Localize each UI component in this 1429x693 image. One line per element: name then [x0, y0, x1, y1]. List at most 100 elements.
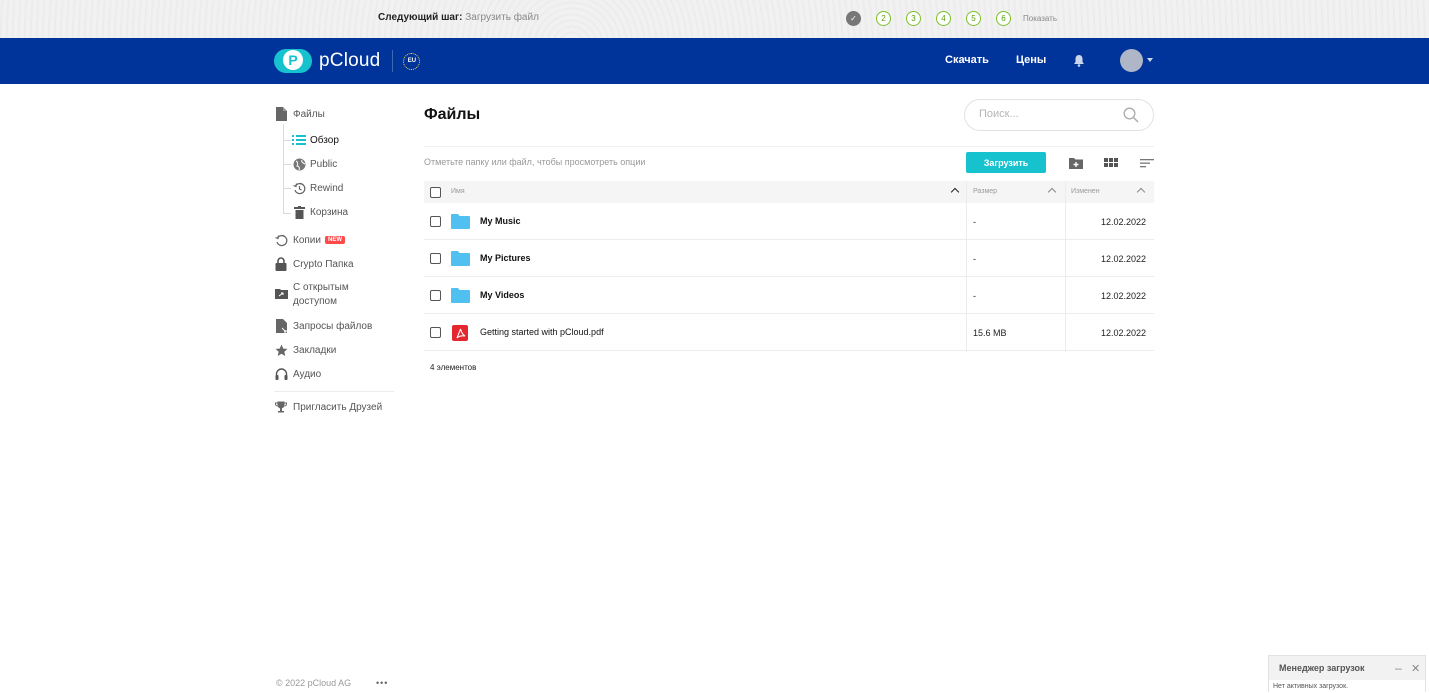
sidebar-item-invite[interactable]: Пригласить Друзей — [274, 400, 382, 414]
sidebar-item-files[interactable]: Файлы — [274, 107, 325, 121]
show-steps-link[interactable]: Показать — [1023, 14, 1057, 23]
file-date: 12.02.2022 — [1101, 217, 1147, 227]
sidebar-divider — [274, 391, 394, 392]
file-date: 12.02.2022 — [1101, 291, 1147, 301]
upload-manager-body: Нет активных загрузок. — [1269, 680, 1425, 693]
upload-manager-title[interactable]: Менеджер загрузок — [1279, 663, 1365, 673]
row-checkbox[interactable] — [430, 253, 441, 264]
table-header: Имя Размер Изменен — [424, 181, 1154, 203]
sort-up-icon[interactable] — [950, 187, 960, 197]
sidebar-item-audio[interactable]: Аудио — [274, 367, 321, 381]
grid-view-icon[interactable] — [1104, 156, 1118, 170]
table-row[interactable]: My Pictures - 12.02.2022 — [424, 240, 1154, 277]
sidebar-item-label: Запросы файлов — [293, 320, 373, 332]
tree-branch — [283, 213, 291, 214]
step-3[interactable]: 3 — [906, 10, 921, 26]
search-input[interactable] — [979, 108, 1119, 120]
search-icon[interactable] — [1123, 107, 1139, 123]
shared-label-line1: С открытым — [293, 282, 349, 293]
row-checkbox[interactable] — [430, 327, 441, 338]
sidebar-item-rewind[interactable]: Rewind — [292, 181, 343, 195]
tree-line — [283, 124, 284, 214]
sidebar-item-file-requests[interactable]: Запросы файлов — [274, 319, 372, 333]
logo-text: pCloud — [319, 50, 381, 71]
upload-status: Нет активных загрузок. — [1273, 683, 1349, 690]
sidebar-item-label: Копии — [293, 234, 321, 246]
pcloud-logo[interactable]: P pCloud EU — [274, 49, 421, 73]
table-row[interactable]: Getting started with pCloud.pdf 15.6 MB … — [424, 314, 1154, 351]
step-2[interactable]: 2 — [876, 10, 891, 26]
search-box — [964, 99, 1154, 131]
file-date: 12.02.2022 — [1101, 328, 1147, 338]
sidebar-item-label: Пригласить Друзей — [293, 401, 383, 413]
close-icon[interactable]: ✕ — [1411, 662, 1420, 675]
column-name[interactable]: Имя — [451, 188, 465, 195]
prices-link[interactable]: Цены — [1016, 54, 1046, 66]
top-header: P pCloud EU Скачать Цены — [0, 38, 1429, 84]
file-name[interactable]: My Videos — [480, 290, 524, 300]
sidebar-item-label: Public — [310, 158, 338, 170]
sort-up-icon[interactable] — [1047, 187, 1057, 197]
shared-label-line2: доступом — [293, 296, 337, 307]
star-icon — [274, 343, 288, 357]
trash-icon — [292, 205, 306, 219]
onboarding-bar: Следующий шаг: Загрузить файл ✓ 2 3 4 5 … — [0, 0, 1429, 38]
file-size: - — [973, 217, 976, 227]
step-4[interactable]: 4 — [936, 10, 951, 26]
file-icon — [274, 107, 288, 121]
sidebar-item-crypto[interactable]: Crypto Папка — [274, 257, 354, 271]
step-6[interactable]: 6 — [996, 10, 1011, 26]
logo-divider — [392, 50, 394, 72]
sort-up-icon[interactable] — [1136, 187, 1146, 197]
download-link[interactable]: Скачать — [945, 54, 989, 66]
file-name[interactable]: Getting started with pCloud.pdf — [480, 327, 604, 337]
shared-folder-icon — [274, 286, 288, 300]
sort-icon[interactable] — [1140, 156, 1154, 170]
sidebar-item-label: Rewind — [310, 182, 344, 194]
upload-button[interactable]: Загрузить — [966, 152, 1046, 173]
file-name[interactable]: My Music — [480, 216, 521, 226]
new-folder-icon[interactable] — [1069, 156, 1083, 170]
sidebar-item-label: Аудио — [293, 368, 322, 380]
toolbar-divider — [424, 146, 1154, 147]
sidebar-item-public[interactable]: Public — [292, 157, 337, 171]
sidebar-item-trash[interactable]: Корзина — [292, 205, 348, 219]
file-size: - — [973, 254, 976, 264]
sidebar-item-overview[interactable]: Обзор — [292, 133, 339, 147]
sidebar-item-shared[interactable]: С открытым доступом — [274, 281, 349, 309]
sidebar-item-label: Файлы — [293, 108, 325, 120]
table-row[interactable]: My Music - 12.02.2022 — [424, 203, 1154, 240]
folder-icon — [451, 288, 470, 303]
sidebar-item-label: С открытым доступом — [293, 281, 349, 309]
item-count: 4 элементов — [430, 363, 477, 372]
file-size: 15.6 MB — [973, 328, 1007, 338]
upload-manager: Менеджер загрузок – ✕ Нет активных загру… — [1268, 655, 1426, 693]
row-checkbox[interactable] — [430, 216, 441, 227]
pdf-icon — [452, 325, 468, 341]
file-name[interactable]: My Pictures — [480, 253, 531, 263]
step-1[interactable]: ✓ — [846, 10, 861, 26]
sidebar-item-backups[interactable]: Копии NEW — [274, 233, 345, 247]
minimize-icon[interactable]: – — [1395, 661, 1402, 675]
next-step-value[interactable]: Загрузить файл — [465, 12, 539, 23]
tree-branch — [283, 188, 291, 189]
list-icon — [292, 133, 306, 147]
bell-icon[interactable] — [1073, 54, 1085, 67]
next-step: Следующий шаг: Загрузить файл — [378, 12, 539, 23]
sidebar-item-label: Корзина — [310, 206, 349, 218]
row-checkbox[interactable] — [430, 290, 441, 301]
step-5[interactable]: 5 — [966, 10, 981, 26]
more-options-icon[interactable]: ••• — [376, 678, 388, 688]
select-all-checkbox[interactable] — [430, 187, 441, 198]
sidebar-item-bookmarks[interactable]: Закладки — [274, 343, 336, 357]
avatar[interactable] — [1120, 49, 1143, 72]
onboarding-steps: ✓ 2 3 4 5 6 Показать — [846, 10, 1057, 26]
tree-branch — [283, 164, 291, 165]
chevron-down-icon[interactable] — [1147, 58, 1153, 62]
column-size[interactable]: Размер — [973, 188, 997, 195]
file-date: 12.02.2022 — [1101, 254, 1147, 264]
cloud-logo-icon: P — [274, 49, 312, 73]
table-row[interactable]: My Videos - 12.02.2022 — [424, 277, 1154, 314]
trophy-icon — [274, 400, 288, 414]
column-modified[interactable]: Изменен — [1071, 188, 1100, 195]
